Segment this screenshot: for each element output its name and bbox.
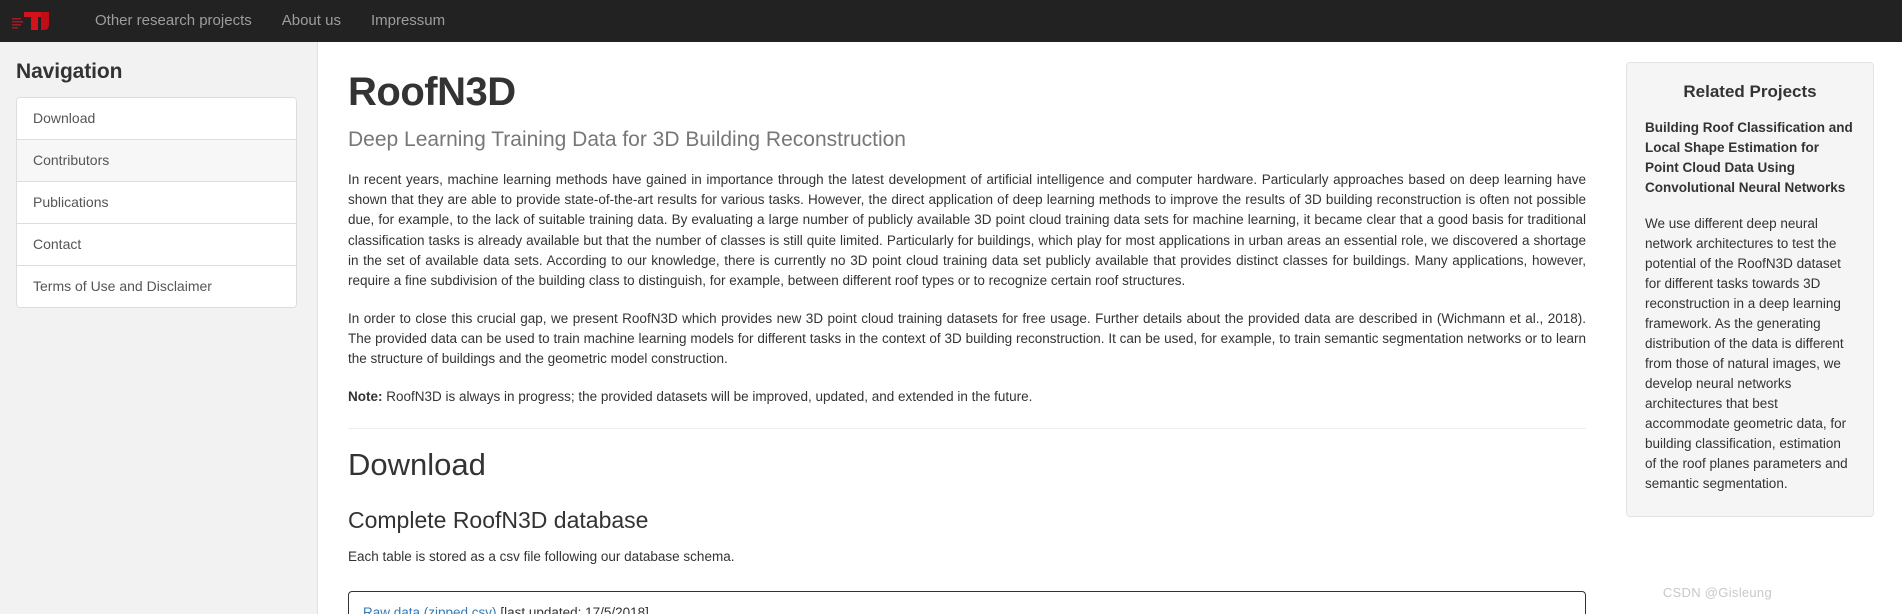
note-text: RoofN3D is always in progress; the provi…	[382, 389, 1033, 405]
csdn-watermark: CSDN @Gisleung	[1662, 585, 1772, 600]
page-title: RoofN3D	[348, 70, 516, 114]
tu-berlin-logo-icon[interactable]	[10, 7, 54, 35]
nav-link-impressum[interactable]: Impressum	[356, 0, 460, 42]
sidebar-item-contact[interactable]: Contact	[17, 224, 296, 266]
note-paragraph: Note: RoofN3D is always in progress; the…	[348, 387, 1586, 407]
database-subheading: Complete RoofN3D database	[348, 507, 649, 534]
intro-paragraph-2: In order to close this crucial gap, we p…	[348, 310, 1586, 367]
download-last-updated: [last updated: 17/5/2018]	[496, 605, 649, 614]
download-raw-data-box[interactable]: Raw data (zipped csv) [last updated: 17/…	[348, 591, 1586, 614]
related-projects-panel: Related Projects Building Roof Classific…	[1626, 62, 1874, 517]
database-description: Each table is stored as a csv file follo…	[348, 548, 735, 564]
nav-link-about-us[interactable]: About us	[267, 0, 356, 42]
nav-link-other-research-projects[interactable]: Other research projects	[80, 0, 267, 42]
sidebar-item-publications[interactable]: Publications	[17, 182, 296, 224]
section-divider	[348, 428, 1586, 430]
sidebar-item-contributors[interactable]: Contributors	[17, 140, 296, 182]
navbar-links: Other research projects About us Impress…	[80, 0, 460, 42]
raw-data-download-link[interactable]: Raw data (zipped csv)	[363, 605, 497, 614]
sidebar-nav-list: Download Contributors Publications Conta…	[16, 97, 297, 308]
page-body: Navigation Download Contributors Publica…	[0, 42, 1902, 614]
top-navbar: Other research projects About us Impress…	[0, 0, 1902, 42]
related-project-description: We use different deep neural network arc…	[1645, 216, 1848, 491]
related-project-heading[interactable]: Building Roof Classification and Local S…	[1645, 118, 1855, 197]
page-subtitle: Deep Learning Training Data for 3D Build…	[348, 128, 906, 151]
note-label: Note:	[348, 389, 383, 405]
sidebar-item-terms-of-use[interactable]: Terms of Use and Disclaimer	[17, 266, 296, 307]
intro-paragraph-1: In recent years, machine learning method…	[348, 172, 1586, 288]
related-projects-title: Related Projects	[1683, 82, 1817, 101]
main-content: RoofN3D Deep Learning Training Data for …	[318, 42, 1616, 614]
left-sidebar: Navigation Download Contributors Publica…	[0, 42, 318, 614]
download-section-heading: Download	[348, 447, 486, 483]
sidebar-title: Navigation	[16, 60, 123, 83]
sidebar-item-download[interactable]: Download	[17, 98, 296, 140]
